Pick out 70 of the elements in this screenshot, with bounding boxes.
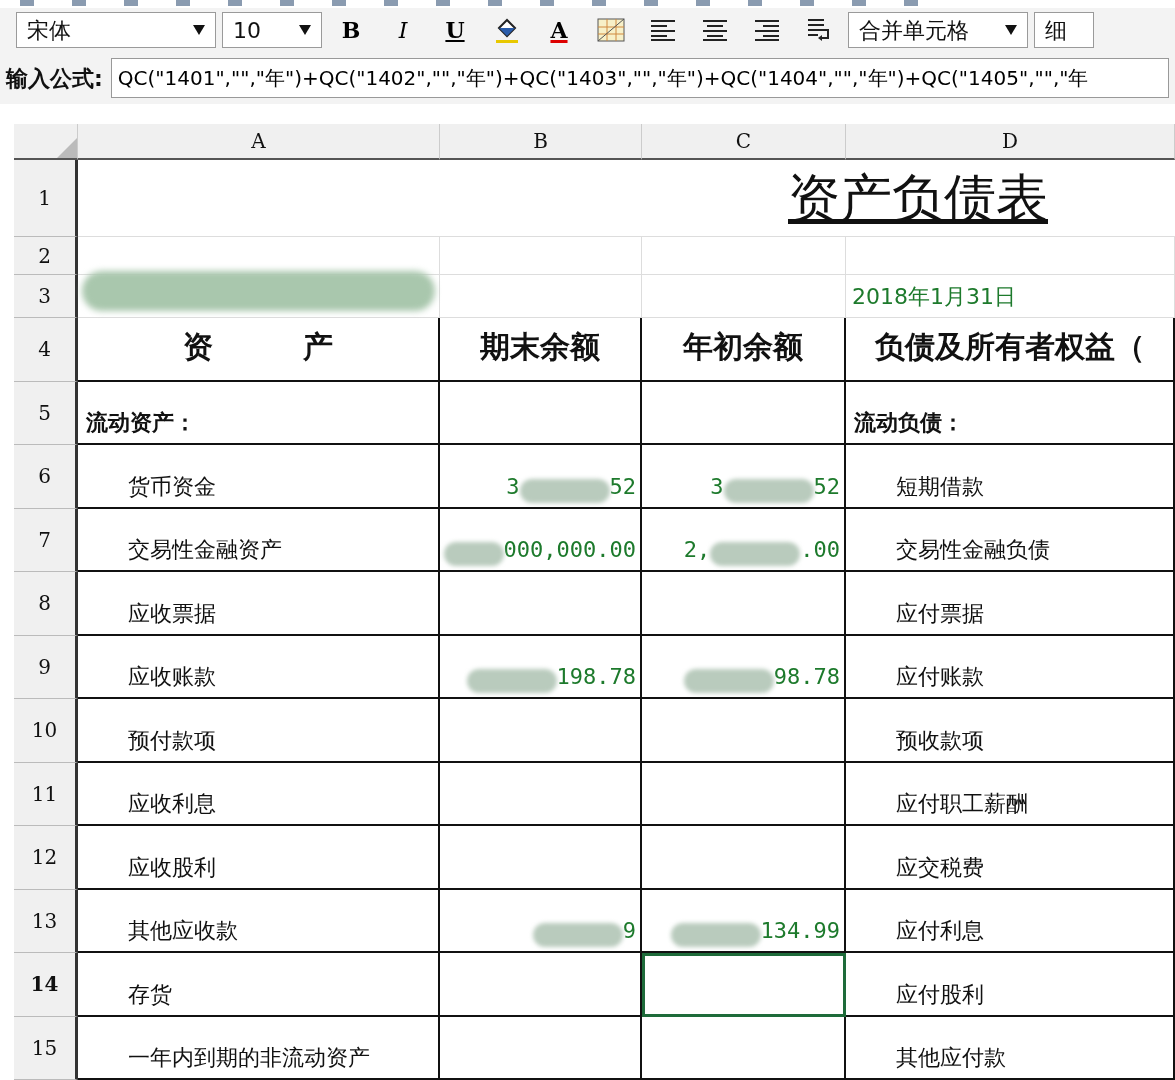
- cell-value: 52: [813, 472, 840, 501]
- font-size-select[interactable]: 10: [222, 12, 322, 48]
- cell-label: 货币资金: [78, 445, 440, 509]
- cell-label: 资 产: [78, 318, 440, 382]
- row-header[interactable]: 13: [14, 889, 78, 953]
- cell-label: 短期借款: [846, 445, 1175, 509]
- cell-label: 应收账款: [78, 635, 440, 699]
- cell-label: 期末余额: [440, 318, 642, 382]
- italic-button[interactable]: I: [380, 12, 426, 48]
- underline-button[interactable]: U: [432, 12, 478, 48]
- row-header[interactable]: 2: [14, 237, 78, 275]
- cell-value: 198.78: [556, 663, 636, 691]
- column-header[interactable]: A: [78, 124, 440, 160]
- row-header[interactable]: 14: [14, 953, 78, 1017]
- row-header[interactable]: 4: [14, 318, 78, 382]
- cell-label: 其他应付款: [846, 1016, 1175, 1080]
- merge-cells-select[interactable]: 合并单元格: [848, 12, 1028, 48]
- cell-label: 应收股利: [78, 826, 440, 890]
- cell-value: .00: [800, 536, 840, 564]
- cell-value: 3: [506, 472, 520, 501]
- cell-label: 预付款项: [78, 699, 440, 763]
- cell-label: 2018年1月31日: [846, 275, 1175, 318]
- cell-label: 预收款项: [846, 699, 1175, 763]
- cell-label: 应付职工薪酬: [846, 762, 1175, 826]
- cell-value: 98.78: [773, 663, 840, 691]
- cell-label: 负债及所有者权益（: [846, 318, 1175, 382]
- cell-label: 应收利息: [78, 762, 440, 826]
- row-header[interactable]: 9: [14, 635, 78, 699]
- row-header[interactable]: 5: [14, 381, 78, 445]
- cell-label: 年初余额: [642, 318, 846, 382]
- cell-label: 应交税费: [846, 826, 1175, 890]
- cell-value: 2,: [683, 536, 711, 564]
- row-header[interactable]: 3: [14, 275, 78, 318]
- font-color-button[interactable]: A: [536, 12, 582, 48]
- line-style-select[interactable]: 细: [1034, 12, 1094, 48]
- cell-label: 流动资产：: [78, 381, 440, 445]
- cell-label: 应付账款: [846, 635, 1175, 699]
- cell-value: 3: [710, 472, 724, 501]
- row-header[interactable]: 10: [14, 699, 78, 763]
- cell-label: 应付股利: [846, 953, 1175, 1017]
- formula-label: 输入公式:: [6, 64, 103, 93]
- cell-value: 134.99: [760, 917, 840, 945]
- cell-label: 一年内到期的非流动资产: [78, 1016, 440, 1080]
- cell-label: 应收票据: [78, 572, 440, 636]
- cell-label: 存货: [78, 953, 440, 1017]
- cell-label: 交易性金融负债: [846, 508, 1175, 572]
- cell-value: 000,000.00: [503, 536, 636, 564]
- bold-button[interactable]: B: [328, 12, 374, 48]
- column-header[interactable]: C: [642, 124, 846, 160]
- row-header[interactable]: 11: [14, 762, 78, 826]
- cell-label: 流动负债：: [846, 381, 1175, 445]
- corner-triangle-icon: [57, 138, 77, 158]
- cell-label: 交易性金融资产: [78, 508, 440, 572]
- column-header[interactable]: B: [440, 124, 642, 160]
- row-header[interactable]: 6: [14, 445, 78, 509]
- selected-cell[interactable]: [642, 953, 846, 1017]
- formula-input[interactable]: QC("1401","","年")+QC("1402","","年")+QC("1403","","年")+QC("1404","","年")+QC("1405","","年: [110, 58, 1169, 98]
- cell-label: 应付利息: [846, 889, 1175, 953]
- row-header[interactable]: 1: [14, 160, 78, 237]
- font-select[interactable]: 宋体: [16, 12, 216, 48]
- row-header[interactable]: 15: [14, 1016, 78, 1080]
- column-header[interactable]: D: [846, 124, 1175, 160]
- cell-value: 9: [622, 917, 636, 945]
- cell-value: 52: [609, 472, 636, 501]
- row-header[interactable]: 8: [14, 572, 78, 636]
- row-header[interactable]: 12: [14, 826, 78, 890]
- row-header[interactable]: 7: [14, 508, 78, 572]
- cell-label: 应付票据: [846, 572, 1175, 636]
- sheet-title: 资产负债表: [78, 160, 1175, 237]
- cell-label: 其他应收款: [78, 889, 440, 953]
